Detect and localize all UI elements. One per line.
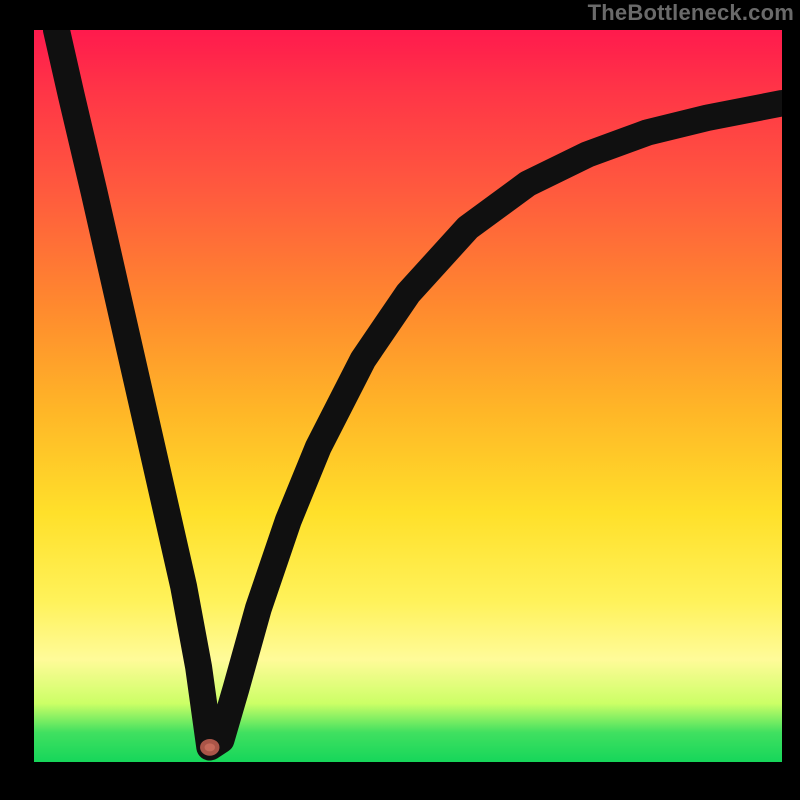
bottleneck-curve xyxy=(56,30,782,747)
watermark-text: TheBottleneck.com xyxy=(588,0,794,26)
minimum-marker xyxy=(202,741,217,753)
chart-frame: TheBottleneck.com xyxy=(0,0,800,800)
plot-area xyxy=(34,30,782,762)
curve-svg xyxy=(34,30,782,762)
